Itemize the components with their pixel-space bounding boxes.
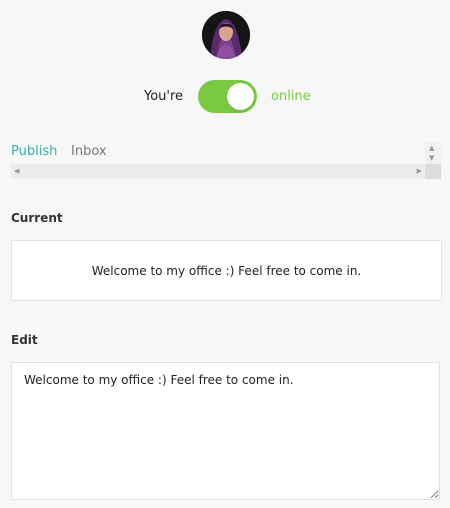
current-section-label: Current bbox=[11, 211, 63, 225]
online-status-toggle[interactable] bbox=[198, 80, 257, 113]
arrow-up-icon[interactable]: ▲ bbox=[429, 144, 434, 153]
status-prefix-label: You're bbox=[144, 89, 184, 104]
edit-message-textarea[interactable]: Welcome to my office :) Feel free to com… bbox=[11, 362, 440, 500]
toggle-knob bbox=[227, 83, 254, 110]
avatar[interactable] bbox=[202, 11, 250, 59]
arrow-down-icon[interactable]: ▼ bbox=[429, 154, 434, 163]
avatar-photo bbox=[202, 11, 250, 59]
status-value-label: online bbox=[271, 89, 311, 104]
vertical-scrollbar[interactable]: ▲ ▼ bbox=[425, 142, 441, 179]
arrow-right-icon[interactable]: ▶ bbox=[417, 167, 422, 176]
tab-publish[interactable]: Publish bbox=[11, 144, 57, 159]
current-message-text: Welcome to my office :) Feel free to com… bbox=[91, 263, 362, 278]
horizontal-scrollbar[interactable]: ◀ ▶ bbox=[11, 164, 425, 179]
arrow-left-icon[interactable]: ◀ bbox=[14, 167, 19, 176]
tab-inbox[interactable]: Inbox bbox=[71, 144, 107, 159]
edit-section-label: Edit bbox=[11, 333, 38, 347]
current-message-box: Welcome to my office :) Feel free to com… bbox=[11, 240, 442, 301]
status-row: You're online bbox=[0, 80, 450, 114]
scrollbar-corner bbox=[425, 164, 441, 179]
